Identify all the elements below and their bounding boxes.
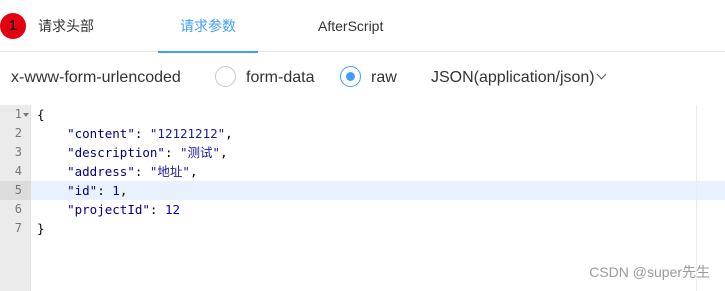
comma: , (225, 126, 233, 141)
code-line: } (31, 219, 725, 238)
body-type-urlencoded[interactable]: x-www-form-urlencoded (11, 66, 181, 90)
code-line: "content": "12121212", (31, 124, 725, 143)
form-data-label[interactable]: form-data (246, 66, 314, 90)
fold-arrow-icon[interactable] (23, 113, 29, 117)
json-key: "address" (67, 164, 135, 179)
open-brace: { (37, 107, 45, 122)
watermark: CSDN @super先生 (589, 264, 710, 280)
form-data-radio[interactable] (215, 66, 236, 87)
editor-gutter: 1 2 3 4 5 6 7 (0, 105, 31, 291)
body-type-selector: x-www-form-urlencoded form-data raw JSON… (0, 58, 725, 98)
line-number: 3 (14, 145, 22, 159)
separator: : (134, 164, 150, 179)
line-number: 1 (14, 107, 22, 121)
json-value: 1 (112, 183, 120, 198)
raw-radio[interactable] (340, 66, 361, 87)
code-line-active: "id": 1, (31, 181, 725, 200)
json-value: "地址" (149, 164, 190, 179)
line-number: 5 (14, 183, 22, 197)
step-badge: 1 (0, 13, 26, 39)
line-number: 4 (14, 164, 22, 178)
comma: , (220, 145, 228, 160)
separator: : (149, 202, 165, 217)
code-line: "projectId": 12 (31, 200, 725, 219)
tab-afterscript[interactable]: AfterScript (318, 0, 383, 52)
code-line: { (31, 105, 725, 124)
chevron-down-icon (596, 69, 607, 80)
request-tabs: 1 请求头部 请求参数 AfterScript (0, 0, 725, 53)
close-brace: } (37, 221, 45, 236)
separator: : (164, 145, 181, 160)
json-value: "12121212" (149, 126, 226, 141)
tab-request-headers[interactable]: 请求头部 (38, 0, 94, 52)
code-line: "description": "测试", (31, 143, 725, 162)
json-key: "content" (67, 126, 135, 141)
json-value: 12 (164, 202, 181, 217)
separator: : (134, 126, 150, 141)
comma: , (119, 183, 128, 198)
tab-request-params[interactable]: 请求参数 (158, 0, 258, 53)
raw-format-value: JSON(application/json) (431, 69, 595, 86)
json-value: "测试" (180, 145, 221, 160)
json-editor[interactable]: 1 2 3 4 5 6 7 { "content": "12121212", "… (0, 105, 725, 291)
line-number: 2 (14, 126, 22, 140)
line-number: 7 (14, 221, 22, 235)
separator: : (97, 183, 113, 198)
comma: , (189, 164, 198, 179)
line-number: 6 (14, 202, 22, 216)
code-line: "address": "地址", (31, 162, 725, 181)
json-key: "id" (67, 183, 98, 198)
json-key: "projectId" (67, 202, 150, 217)
json-key: "description" (67, 145, 165, 160)
raw-label[interactable]: raw (371, 66, 397, 90)
raw-format-select[interactable]: JSON(application/json) (431, 66, 607, 90)
